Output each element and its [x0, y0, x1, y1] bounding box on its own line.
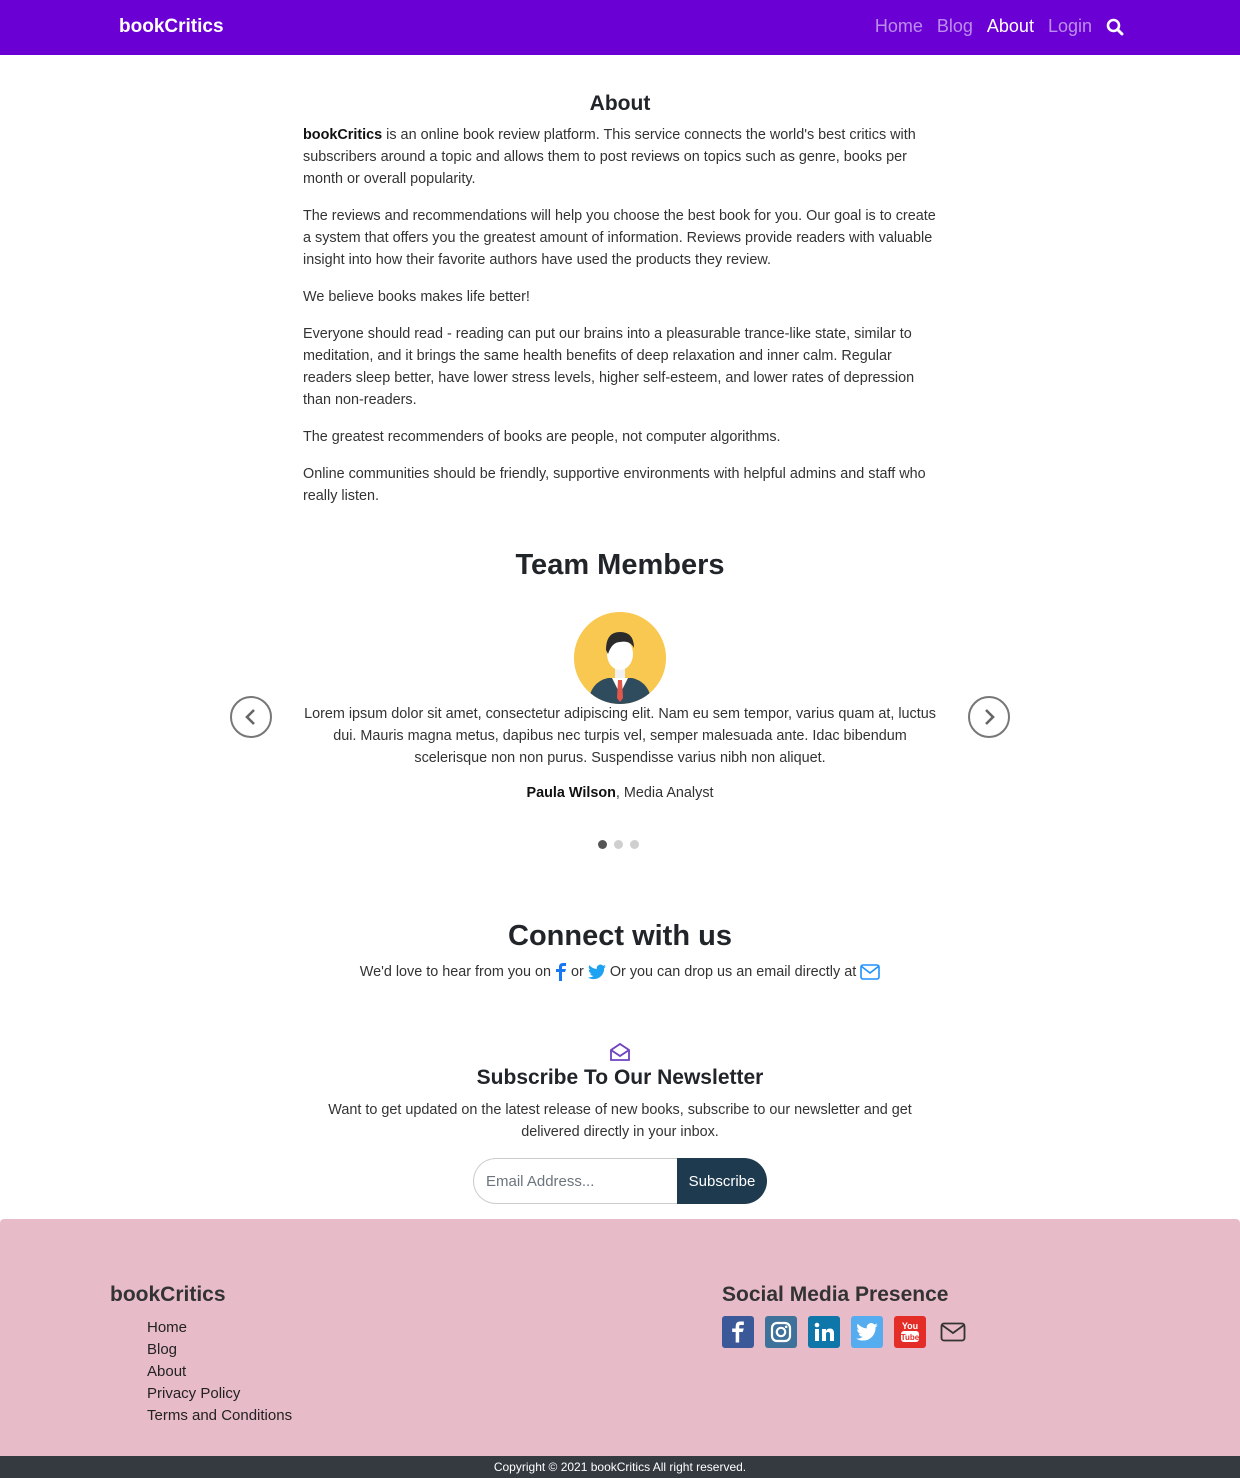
about-paragraph-5: The greatest recommenders of books are p…: [303, 429, 781, 445]
member-name: Paula Wilson: [526, 785, 616, 801]
footer: bookCritics Home Blog About Privacy Poli…: [0, 1219, 1240, 1456]
social-media-title: Social Media Presence: [722, 1283, 949, 1306]
envelope-open-icon: [610, 1042, 630, 1061]
copyright-bar: Copyright © 2021 bookCritics All right r…: [0, 1456, 1240, 1478]
carousel-indicators: [598, 840, 646, 849]
top-navbar: bookCritics Home Blog About Login: [0, 0, 1240, 55]
linkedin-icon[interactable]: [808, 1316, 840, 1348]
search-icon[interactable]: [1106, 18, 1124, 36]
member-role: , Media Analyst: [615, 785, 714, 801]
facebook-icon[interactable]: [722, 1316, 754, 1348]
youtube-icon[interactable]: You Tube: [894, 1316, 926, 1348]
nav-link-home[interactable]: Home: [875, 16, 923, 37]
facebook-icon[interactable]: [555, 963, 567, 981]
nav-link-blog[interactable]: Blog: [937, 16, 973, 37]
about-body: bookCritics is an online book review pla…: [303, 124, 943, 522]
email-icon[interactable]: [937, 1316, 969, 1348]
brand-logo[interactable]: bookCritics: [119, 16, 224, 38]
email-icon[interactable]: [860, 964, 881, 980]
footer-link-home[interactable]: Home: [147, 1317, 292, 1339]
connect-text: We'd love to hear from you on or Or you …: [0, 963, 1240, 981]
nav-links: Home Blog About Login: [861, 16, 1124, 37]
carousel-next-button[interactable]: [968, 696, 1010, 738]
footer-link-terms[interactable]: Terms and Conditions: [147, 1405, 292, 1427]
carousel-prev-button[interactable]: [230, 696, 272, 738]
about-paragraph-6: Online communities should be friendly, s…: [303, 466, 926, 504]
about-paragraph-1: bookCritics is an online book review pla…: [303, 127, 916, 187]
twitter-icon[interactable]: [851, 1316, 883, 1348]
subscribe-button[interactable]: Subscribe: [677, 1158, 767, 1204]
newsletter-title: Subscribe To Our Newsletter: [476, 1066, 764, 1089]
chevron-left-icon: [245, 709, 255, 725]
instagram-icon[interactable]: [765, 1316, 797, 1348]
nav-link-about[interactable]: About: [987, 16, 1034, 37]
about-paragraph-3: We believe books makes life better!: [303, 289, 530, 305]
footer-brand: bookCritics: [110, 1283, 226, 1306]
social-icons: You Tube: [722, 1316, 969, 1348]
about-paragraph-2: The reviews and recommendations will hel…: [303, 208, 936, 268]
connect-title: Connect with us: [508, 920, 732, 952]
avatar: [574, 612, 666, 704]
svg-text:You: You: [902, 1321, 918, 1331]
about-brand-name: bookCritics: [303, 127, 383, 143]
newsletter-form: Subscribe: [473, 1158, 767, 1204]
footer-link-privacy[interactable]: Privacy Policy: [147, 1383, 292, 1405]
about-paragraph-4: Everyone should read - reading can put o…: [303, 326, 915, 408]
about-title: About: [589, 92, 651, 115]
newsletter-description: Want to get updated on the latest releas…: [328, 1102, 912, 1140]
carousel-dot-2[interactable]: [614, 840, 623, 849]
svg-text:Tube: Tube: [901, 1333, 920, 1342]
twitter-icon[interactable]: [587, 964, 606, 980]
footer-link-about[interactable]: About: [147, 1361, 292, 1383]
carousel-dot-3[interactable]: [630, 840, 639, 849]
chevron-right-icon: [985, 709, 995, 725]
footer-link-blog[interactable]: Blog: [147, 1339, 292, 1361]
email-input[interactable]: [473, 1158, 677, 1204]
team-title: Team Members: [515, 549, 725, 581]
footer-links: Home Blog About Privacy Policy Terms and…: [147, 1317, 292, 1427]
member-caption: Paula Wilson, Media Analyst: [0, 785, 1240, 801]
testimonial-quote: Lorem ipsum dolor sit amet, consectetur …: [304, 706, 936, 766]
carousel-dot-1[interactable]: [598, 840, 607, 849]
nav-link-login[interactable]: Login: [1048, 16, 1092, 37]
